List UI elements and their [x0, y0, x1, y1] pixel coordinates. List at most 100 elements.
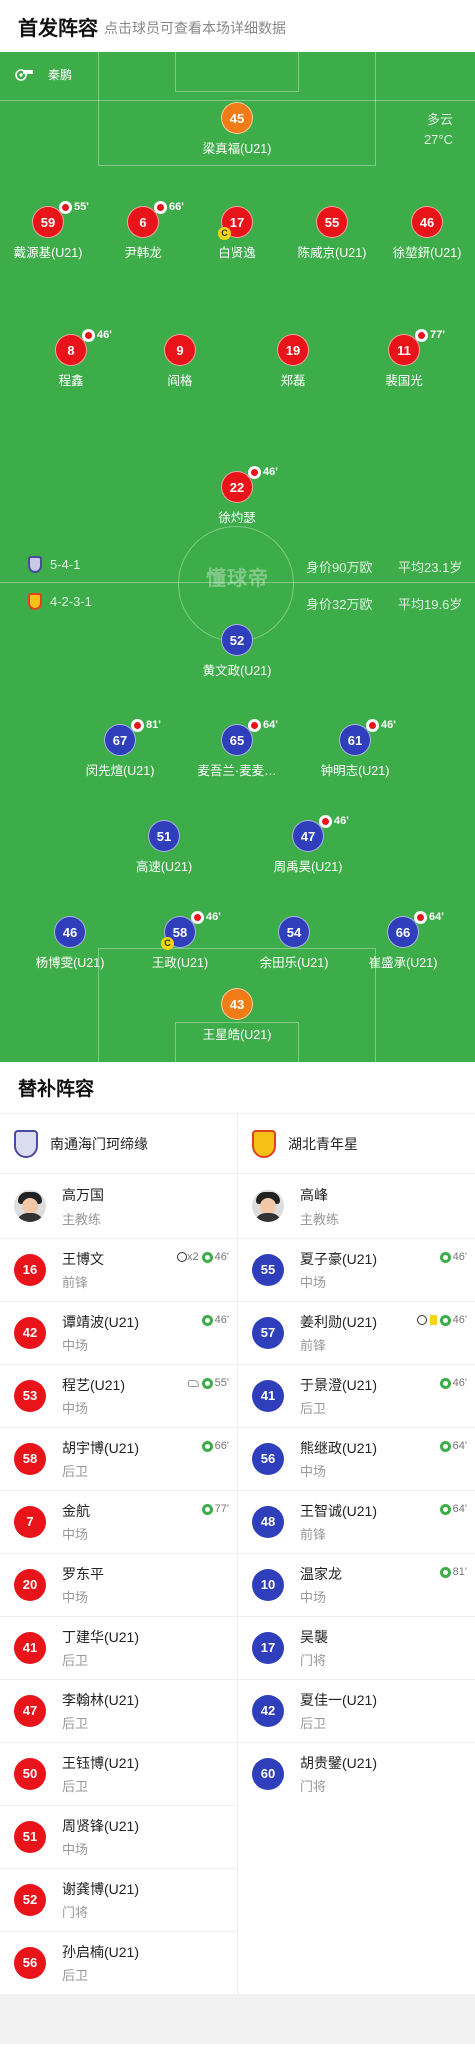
- sub-player-row[interactable]: 58 胡宇博(U21) 后卫 66': [0, 1427, 237, 1490]
- sub-player-row[interactable]: 41 于景澄(U21) 后卫 46': [238, 1364, 475, 1427]
- sub-in-icon: [201, 1503, 213, 1515]
- player-name: 闵先煊(U21): [85, 764, 155, 778]
- sub-in-minute: 66': [214, 1440, 229, 1452]
- top-line: [0, 100, 475, 101]
- pitch-player[interactable]: 58 46' C 王政(U21): [120, 911, 240, 971]
- sub-player-row[interactable]: 50 王钰博(U21) 后卫: [0, 1742, 237, 1805]
- pitch-player[interactable]: 47 46' 周禹昊(U21): [248, 815, 368, 875]
- pitch-player[interactable]: 65 64' 麦吾兰·麦麦…: [177, 719, 297, 779]
- player-name: 王钰博(U21): [62, 1755, 140, 1771]
- sub-player-row[interactable]: 20 罗东平 中场: [0, 1553, 237, 1616]
- sub-player-row[interactable]: 60 胡贵鐾(U21) 门将: [238, 1742, 475, 1805]
- player-name: 周禹昊(U21): [273, 860, 343, 874]
- pitch-player[interactable]: 45 梁真福(U21): [177, 102, 297, 157]
- player-position: 中场: [300, 1464, 327, 1479]
- pitch-player[interactable]: 51 高速(U21): [104, 820, 224, 875]
- away-formation: 4-2-3-1: [50, 594, 92, 609]
- sub-in-minute: 46': [214, 1314, 229, 1326]
- sub-in-icon: [201, 1377, 213, 1389]
- player-number: 6 66': [127, 201, 184, 238]
- player-name: 熊继政(U21): [300, 1440, 378, 1456]
- player-number: 7: [14, 1506, 46, 1538]
- player-name: 裴国光: [385, 374, 423, 388]
- sub-player-row[interactable]: 51 周贤锋(U21) 中场: [0, 1805, 237, 1868]
- home-coach[interactable]: 高万国 主教练: [0, 1174, 237, 1238]
- coach-name: 高峰: [300, 1186, 328, 1203]
- weather: 多云 27°C: [424, 110, 453, 150]
- sub-out-indicator: 77': [415, 329, 445, 342]
- away-subs-list: 55 夏子豪(U21) 中场 46' 57 姜利勋(U21) 前锋 46' 41 于景澄(U21)…: [238, 1238, 475, 1805]
- player-position: 后卫: [62, 1716, 89, 1731]
- pitch-player[interactable]: 22 46' 徐灼瑟: [177, 466, 297, 526]
- away-avg-age: 平均19.6岁: [398, 597, 463, 612]
- player-number: 54: [278, 916, 310, 948]
- player-number: 11 77': [388, 329, 445, 366]
- away-coach[interactable]: 高峰 主教练: [238, 1174, 475, 1238]
- weather-temperature: 27°C: [423, 132, 453, 147]
- sub-player-row[interactable]: 47 李翰林(U21) 后卫: [0, 1679, 237, 1742]
- player-name: 李翰林(U21): [62, 1692, 140, 1708]
- sub-player-row[interactable]: 41 丁建华(U21) 后卫: [0, 1616, 237, 1679]
- sub-in-icon: [201, 1314, 213, 1326]
- sub-player-row[interactable]: 55 夏子豪(U21) 中场 46': [238, 1238, 475, 1301]
- player-number: 42: [252, 1695, 284, 1727]
- player-name: 周贤锋(U21): [62, 1818, 140, 1834]
- home-team-badge-icon: [28, 556, 42, 573]
- top-goal-box: [175, 52, 299, 92]
- player-name: 孙启楠(U21): [62, 1944, 140, 1960]
- player-name: 程鑫: [58, 374, 84, 388]
- player-name: 罗东平: [62, 1566, 104, 1582]
- player-position: 前锋: [300, 1338, 327, 1353]
- home-team-header[interactable]: 南通海门珂缔缘: [0, 1114, 237, 1174]
- sub-player-row[interactable]: 7 金航 中场 77': [0, 1490, 237, 1553]
- sub-player-row[interactable]: 53 程艺(U21) 中场 55': [0, 1364, 237, 1427]
- player-events: 46': [199, 1314, 229, 1326]
- sub-player-row[interactable]: 42 夏佳一(U21) 后卫: [238, 1679, 475, 1742]
- player-number: 57: [252, 1317, 284, 1349]
- sub-player-row[interactable]: 10 温家龙 中场 81': [238, 1553, 475, 1616]
- pitch-player[interactable]: 46 杨博雯(U21): [10, 916, 130, 971]
- sub-in-icon: [439, 1440, 451, 1452]
- sub-out-icon: [248, 466, 261, 479]
- player-name: 钟明志(U21): [320, 764, 390, 778]
- sub-player-row[interactable]: 52 谢龚博(U21) 门将: [0, 1868, 237, 1931]
- sub-out-icon: [82, 329, 95, 342]
- pitch-player[interactable]: 66 64' 崔盛承(U21): [343, 911, 463, 971]
- player-events: x2 46': [177, 1251, 229, 1263]
- player-name: 郑磊: [280, 374, 306, 388]
- home-team-summary: 5-4-1 身价90万欧 平均23.1岁: [0, 555, 475, 575]
- away-team-header[interactable]: 湖北青年星: [238, 1114, 475, 1174]
- weather-condition: 多云: [426, 112, 453, 127]
- pitch-player[interactable]: 61 46' 钟明志(U21): [295, 719, 415, 779]
- home-subs-column: 南通海门珂缔缘 高万国 主教练 16 王博文 前锋 x2 46' 42 谭靖波(U21) 中场…: [0, 1114, 237, 1994]
- pitch-player[interactable]: 52 黄文政(U21): [177, 624, 297, 679]
- sub-player-row[interactable]: 42 谭靖波(U21) 中场 46': [0, 1301, 237, 1364]
- player-name: 吴襲: [300, 1629, 328, 1645]
- referee-name: 秦鹏: [48, 68, 73, 82]
- sub-player-row[interactable]: 56 孙启楠(U21) 后卫: [0, 1931, 237, 1994]
- sub-in-minute: 46': [452, 1251, 467, 1263]
- pitch-player[interactable]: 43 王星皓(U21): [177, 988, 297, 1043]
- sub-player-row[interactable]: 56 熊继政(U21) 中场 64': [238, 1427, 475, 1490]
- away-value: 身价32万欧: [306, 597, 373, 612]
- pitch-player[interactable]: 19 郑磊: [233, 334, 353, 389]
- sub-player-row[interactable]: 16 王博文 前锋 x2 46': [0, 1238, 237, 1301]
- sub-player-row[interactable]: 48 王智诚(U21) 前锋 64': [238, 1490, 475, 1553]
- player-position: 前锋: [300, 1527, 327, 1542]
- player-number: 52: [221, 624, 253, 656]
- sub-player-row[interactable]: 17 吴襲 门将: [238, 1616, 475, 1679]
- pitch-player[interactable]: 9 阎格: [120, 334, 240, 389]
- away-subs-column: 湖北青年星 高峰 主教练 55 夏子豪(U21) 中场 46' 57 姜利勋(U21) 前锋…: [237, 1114, 475, 1994]
- sub-minute: 81': [146, 719, 161, 731]
- pitch-player[interactable]: 46 徐堃鈃(U21): [367, 206, 475, 261]
- pitch-player[interactable]: 54 余田乐(U21): [234, 916, 354, 971]
- player-number: 46: [411, 206, 443, 238]
- pitch-player[interactable]: 8 46' 程鑫: [11, 329, 131, 389]
- sub-in-minute: 64': [452, 1503, 467, 1515]
- pitch-player[interactable]: 67 81' 闵先煊(U21): [60, 719, 180, 779]
- player-number: 19: [277, 334, 309, 366]
- page-title: 首发阵容: [18, 17, 98, 40]
- player-events: 66': [199, 1440, 229, 1452]
- sub-player-row[interactable]: 57 姜利勋(U21) 前锋 46': [238, 1301, 475, 1364]
- pitch-player[interactable]: 11 77' 裴国光: [344, 329, 464, 389]
